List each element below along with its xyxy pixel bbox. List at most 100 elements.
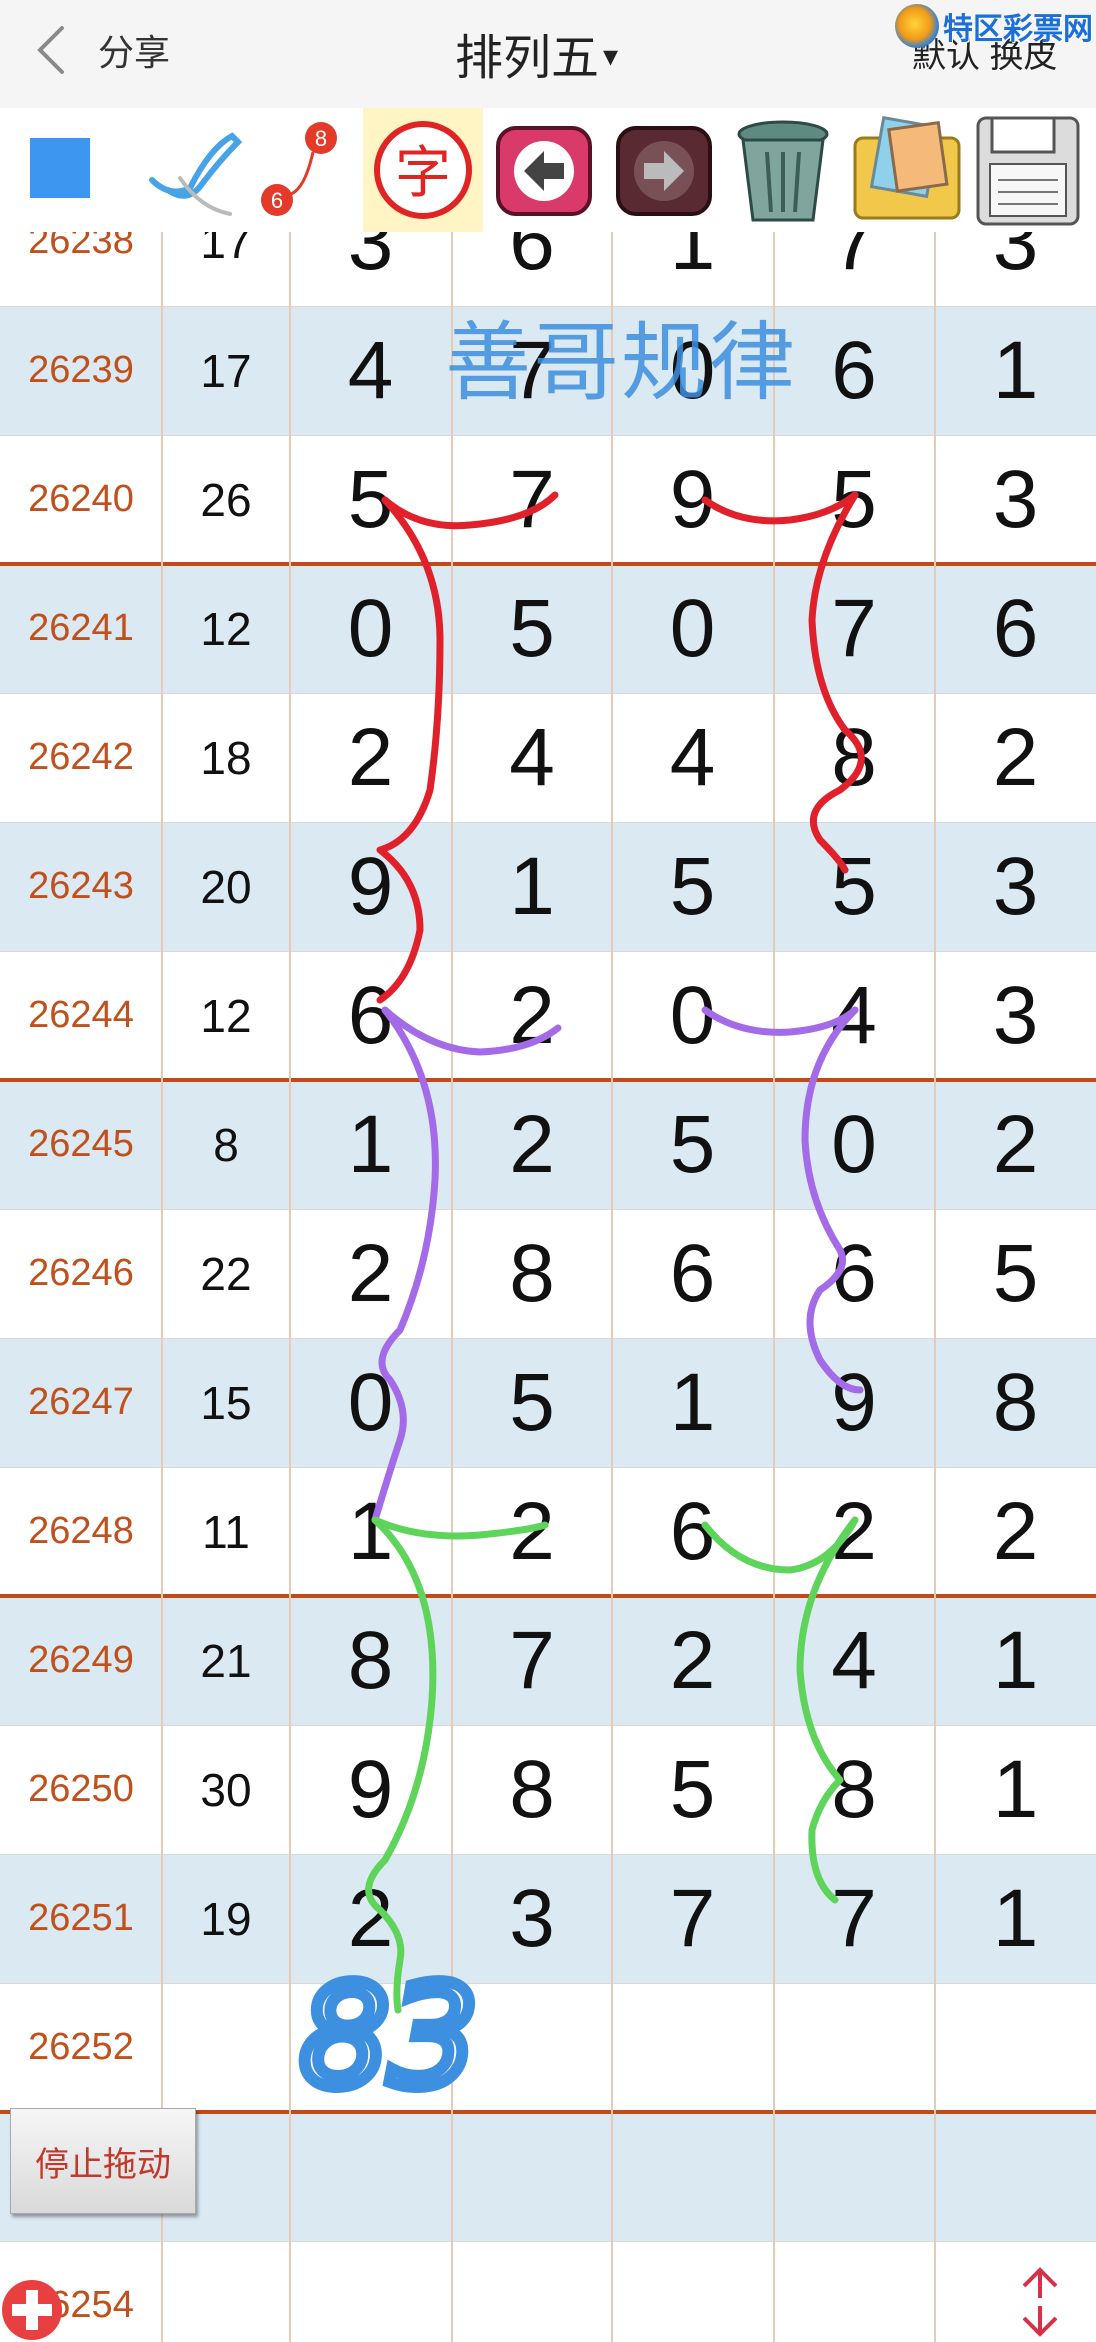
- digit-cell[interactable]: 3: [935, 232, 1096, 306]
- digit-cell[interactable]: 1: [290, 1080, 451, 1209]
- digit-cell[interactable]: [612, 1983, 773, 2112]
- undo-icon[interactable]: [492, 108, 597, 232]
- digit-cell[interactable]: 9: [774, 1338, 934, 1467]
- digit-cell[interactable]: [935, 2112, 1096, 2241]
- digit-cell[interactable]: 6: [774, 1209, 934, 1338]
- digit-cell[interactable]: [774, 2112, 934, 2241]
- digit-cell[interactable]: 1: [452, 822, 612, 951]
- digit-cell[interactable]: 2: [774, 1467, 934, 1596]
- digit-cell[interactable]: 6: [935, 564, 1096, 693]
- line-number-icon[interactable]: 8 6: [255, 108, 350, 232]
- digit-cell[interactable]: [290, 2112, 451, 2241]
- char-tool[interactable]: 字: [363, 108, 483, 232]
- digit-cell[interactable]: 5: [612, 1725, 773, 1854]
- issue-number: 26251: [28, 1897, 134, 1939]
- save-icon[interactable]: [972, 108, 1084, 232]
- digit-cell[interactable]: 2: [935, 693, 1096, 822]
- digit-cell[interactable]: 9: [290, 1725, 451, 1854]
- digit-cell[interactable]: 2: [612, 1596, 773, 1725]
- digit-cell[interactable]: 5: [452, 564, 612, 693]
- digit-cell[interactable]: 6: [290, 951, 451, 1080]
- add-icon[interactable]: [0, 2272, 74, 2342]
- digit-cell[interactable]: 5: [290, 435, 451, 564]
- digit-cell[interactable]: 6: [774, 306, 934, 435]
- digit-cell[interactable]: [452, 1983, 612, 2112]
- color-square-icon[interactable]: [20, 108, 100, 232]
- digit-cell[interactable]: 5: [774, 435, 934, 564]
- draw-table[interactable]: 26238 17 3 6 1 7 3 26239 17 4 7 0 6 1 26240 26 5 7 9 5 3 2624…: [0, 232, 1096, 2342]
- digit-cell[interactable]: 8: [452, 1725, 612, 1854]
- digit-cell[interactable]: 3: [935, 951, 1096, 1080]
- digit-cell[interactable]: [774, 2241, 934, 2342]
- digit-cell[interactable]: 4: [774, 951, 934, 1080]
- digit-cell[interactable]: [612, 2241, 773, 2342]
- digit-cell[interactable]: 0: [774, 1080, 934, 1209]
- digit-cell[interactable]: [774, 1983, 934, 2112]
- digit-cell[interactable]: 2: [935, 1080, 1096, 1209]
- digit-cell[interactable]: 2: [290, 1209, 451, 1338]
- digit-cell[interactable]: 8: [452, 1209, 612, 1338]
- stop-drag-button[interactable]: 停止拖动: [10, 2108, 196, 2214]
- digit-cell[interactable]: 2: [935, 1467, 1096, 1596]
- redo-icon[interactable]: [612, 108, 717, 232]
- page-title[interactable]: 排列五 ▾: [455, 18, 618, 88]
- issue-number: 26238: [28, 232, 134, 262]
- digit-cell[interactable]: 5: [935, 1209, 1096, 1338]
- digit-cell[interactable]: 0: [612, 951, 773, 1080]
- digit-cell[interactable]: 0: [290, 1338, 451, 1467]
- digit-cell[interactable]: 6: [612, 1467, 773, 1596]
- digit-cell[interactable]: 5: [452, 1338, 612, 1467]
- digit-cell[interactable]: 3: [935, 822, 1096, 951]
- digit-cell[interactable]: 2: [290, 1854, 451, 1983]
- digit-cell[interactable]: 1: [935, 306, 1096, 435]
- digit-cell[interactable]: 7: [452, 1596, 612, 1725]
- digit-cell[interactable]: 7: [774, 1854, 934, 1983]
- digit-cell[interactable]: 7: [452, 435, 612, 564]
- digit-cell[interactable]: 8: [774, 693, 934, 822]
- digit-cell[interactable]: 2: [290, 693, 451, 822]
- scroll-updown-icon[interactable]: [1014, 2264, 1066, 2340]
- digit-cell[interactable]: 6: [612, 1209, 773, 1338]
- digit-cell[interactable]: 3: [290, 232, 451, 306]
- digit-cell[interactable]: 8: [935, 1338, 1096, 1467]
- digit-cell[interactable]: 2: [452, 1467, 612, 1596]
- digit-cell[interactable]: [290, 2241, 451, 2342]
- digit-cell[interactable]: 9: [612, 435, 773, 564]
- digit-cell[interactable]: [612, 2112, 773, 2241]
- digit-cell[interactable]: 3: [452, 1854, 612, 1983]
- pen-icon[interactable]: [140, 108, 250, 232]
- digit-cell[interactable]: 9: [290, 822, 451, 951]
- digit-cell[interactable]: [935, 1983, 1096, 2112]
- digit-cell[interactable]: 1: [935, 1854, 1096, 1983]
- digit-cell[interactable]: 1: [935, 1596, 1096, 1725]
- back-icon[interactable]: [30, 22, 70, 78]
- issue-number: 26244: [28, 994, 134, 1036]
- digit-cell[interactable]: 7: [774, 232, 934, 306]
- digit-cell[interactable]: 1: [290, 1467, 451, 1596]
- digit-cell[interactable]: 4: [290, 306, 451, 435]
- digit-cell[interactable]: 0: [612, 564, 773, 693]
- digit-cell[interactable]: 3: [935, 435, 1096, 564]
- digit-cell[interactable]: 2: [452, 1080, 612, 1209]
- digit-cell[interactable]: [290, 1983, 451, 2112]
- digit-cell[interactable]: 1: [935, 1725, 1096, 1854]
- digit-cell[interactable]: 7: [774, 564, 934, 693]
- digit-cell[interactable]: 0: [290, 564, 451, 693]
- gallery-icon[interactable]: [847, 108, 967, 232]
- digit-cell[interactable]: 7: [612, 1854, 773, 1983]
- digit-cell[interactable]: 4: [612, 693, 773, 822]
- digit-cell[interactable]: [452, 2241, 612, 2342]
- digit-cell[interactable]: 1: [612, 1338, 773, 1467]
- share-link[interactable]: 分享: [98, 24, 170, 76]
- digit-cell[interactable]: 8: [290, 1596, 451, 1725]
- digit-cell[interactable]: 4: [774, 1596, 934, 1725]
- trash-icon[interactable]: [727, 108, 839, 232]
- digit-cell[interactable]: 5: [774, 822, 934, 951]
- digit-cell[interactable]: 5: [612, 822, 773, 951]
- digit-cell[interactable]: 2: [452, 951, 612, 1080]
- row-separator: [0, 435, 1096, 436]
- digit-cell[interactable]: [452, 2112, 612, 2241]
- digit-cell[interactable]: 8: [774, 1725, 934, 1854]
- digit-cell[interactable]: 4: [452, 693, 612, 822]
- digit-cell[interactable]: 5: [612, 1080, 773, 1209]
